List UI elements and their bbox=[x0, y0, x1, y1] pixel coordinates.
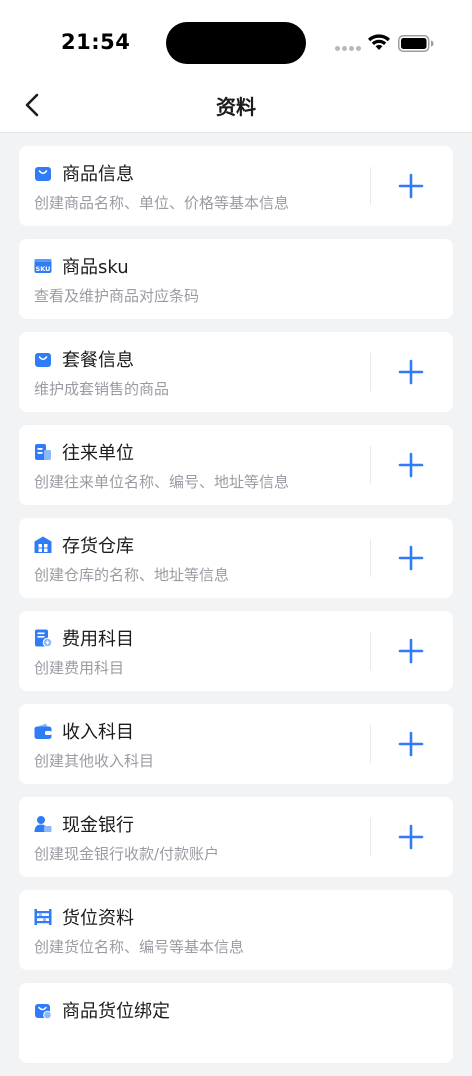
add-button[interactable] bbox=[391, 538, 431, 578]
add-button[interactable] bbox=[391, 724, 431, 764]
item-title: 商品信息 bbox=[62, 164, 134, 185]
add-button[interactable] bbox=[391, 817, 431, 857]
list-item-storage-location[interactable]: 货位资料 创建货位名称、编号等基本信息 bbox=[19, 890, 453, 970]
item-description: 创建往来单位名称、编号、地址等信息 bbox=[34, 473, 290, 491]
add-button[interactable] bbox=[391, 445, 431, 485]
item-description: 创建仓库的名称、地址等信息 bbox=[34, 566, 230, 584]
bank-account-icon bbox=[34, 816, 52, 832]
bag-link-icon bbox=[35, 1004, 52, 1019]
wifi-icon bbox=[368, 34, 390, 50]
battery-icon bbox=[398, 35, 434, 52]
status-time: 21:54 bbox=[61, 30, 131, 54]
item-description: 创建货位名称、编号等基本信息 bbox=[34, 938, 245, 956]
divider bbox=[370, 725, 371, 763]
list-item-product-info[interactable]: 商品信息 创建商品名称、单位、价格等基本信息 bbox=[19, 146, 453, 226]
shelf-icon bbox=[34, 909, 52, 925]
cellular-signal-icon bbox=[335, 46, 363, 52]
warehouse-icon bbox=[34, 536, 52, 553]
add-button[interactable] bbox=[391, 166, 431, 206]
divider bbox=[370, 539, 371, 577]
item-title: 往来单位 bbox=[62, 443, 134, 464]
divider bbox=[370, 353, 371, 391]
list-item-package-info[interactable]: 套餐信息 维护成套销售的商品 bbox=[19, 332, 453, 412]
list-item-product-sku[interactable]: SKU 商品sku 查看及维护商品对应条码 bbox=[19, 239, 453, 319]
item-title: 商品sku bbox=[62, 257, 129, 278]
item-description: 创建其他收入科目 bbox=[34, 752, 155, 770]
divider bbox=[370, 818, 371, 856]
list-item-expense-subject[interactable]: 费用科目 创建费用科目 bbox=[19, 611, 453, 691]
package-bag-icon bbox=[35, 353, 51, 367]
expense-icon bbox=[35, 629, 52, 647]
item-description: 创建现金银行收款/付款账户 bbox=[34, 845, 220, 863]
item-title: 现金银行 bbox=[62, 815, 134, 836]
status-bar: 21:54 bbox=[0, 0, 472, 80]
item-description: 创建费用科目 bbox=[34, 659, 125, 677]
add-button[interactable] bbox=[391, 631, 431, 671]
divider bbox=[370, 446, 371, 484]
item-description: 查看及维护商品对应条码 bbox=[34, 287, 200, 305]
resource-list: 商品信息 创建商品名称、单位、价格等基本信息 SKU 商品sku 查看及维护商品… bbox=[19, 146, 453, 1076]
list-item-cash-bank[interactable]: 现金银行 创建现金银行收款/付款账户 bbox=[19, 797, 453, 877]
shopping-bag-icon bbox=[35, 167, 51, 181]
list-item-income-subject[interactable]: 收入科目 创建其他收入科目 bbox=[19, 704, 453, 784]
list-item-product-location-binding[interactable]: 商品货位绑定 bbox=[19, 983, 453, 1063]
divider bbox=[370, 632, 371, 670]
sku-icon: SKU bbox=[34, 259, 52, 273]
divider bbox=[370, 167, 371, 205]
list-item-warehouse[interactable]: 存货仓库 创建仓库的名称、地址等信息 bbox=[19, 518, 453, 598]
item-title: 套餐信息 bbox=[62, 350, 134, 371]
page-title: 资料 bbox=[216, 95, 256, 119]
item-title: 收入科目 bbox=[62, 722, 134, 743]
item-description: 维护成套销售的商品 bbox=[34, 380, 170, 398]
svg-text:SKU: SKU bbox=[36, 265, 51, 273]
wallet-icon bbox=[34, 723, 52, 739]
item-title: 存货仓库 bbox=[62, 536, 134, 557]
item-title: 费用科目 bbox=[62, 629, 134, 650]
contact-unit-icon bbox=[35, 444, 51, 460]
item-title: 货位资料 bbox=[62, 908, 134, 929]
dynamic-island bbox=[166, 22, 306, 64]
add-button[interactable] bbox=[391, 352, 431, 392]
list-item-contact-units[interactable]: 往来单位 创建往来单位名称、编号、地址等信息 bbox=[19, 425, 453, 505]
navigation-bar: 资料 bbox=[0, 80, 472, 133]
item-title: 商品货位绑定 bbox=[62, 1001, 170, 1022]
item-description: 创建商品名称、单位、价格等基本信息 bbox=[34, 194, 290, 212]
